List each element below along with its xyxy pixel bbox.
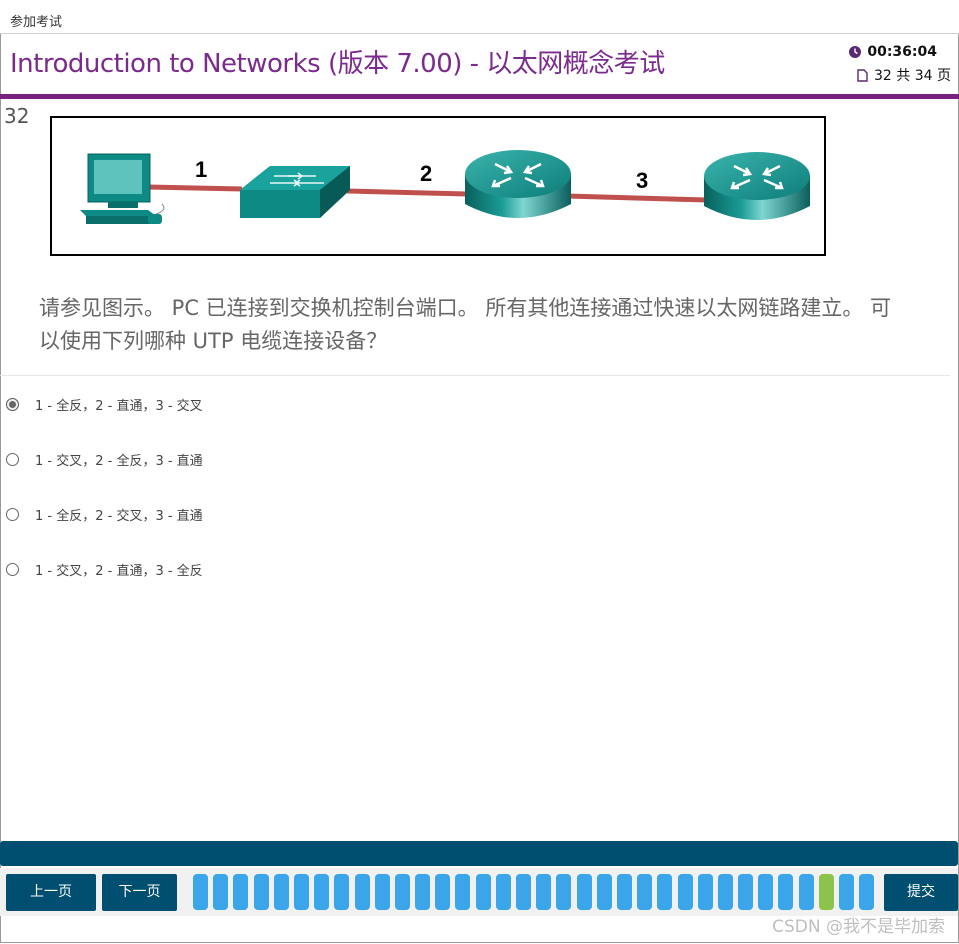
link-3-cable — [566, 193, 708, 203]
page-indicator[interactable] — [374, 874, 390, 910]
page-indicator[interactable] — [576, 874, 592, 910]
link-label-3: 3 — [636, 168, 648, 193]
timer-value: 00:36:04 — [867, 44, 937, 60]
page-indicator[interactable] — [415, 874, 431, 910]
page-indicator[interactable] — [475, 874, 491, 910]
page-indicator[interactable] — [818, 874, 834, 910]
page-indicator[interactable] — [758, 874, 774, 910]
page-indicator[interactable] — [637, 874, 653, 910]
prev-page-button[interactable]: 上一页 — [6, 874, 96, 911]
page-indicator[interactable] — [616, 874, 632, 910]
exam-title: Introduction to Networks (版本 7.00) - 以太网… — [10, 49, 665, 79]
radio-button[interactable] — [6, 397, 19, 411]
page-info: 32 共 34 页 — [857, 65, 951, 85]
timer: 00:36:04 — [849, 44, 937, 60]
page-indicator[interactable] — [657, 874, 673, 910]
submit-button[interactable]: 提交 — [884, 874, 958, 911]
page-indicator[interactable] — [314, 874, 330, 910]
router-icon — [704, 152, 810, 220]
page-indicator[interactable] — [334, 874, 350, 910]
page-indicator[interactable] — [596, 874, 612, 910]
page-indicator[interactable] — [556, 874, 572, 910]
router-icon — [465, 150, 571, 218]
page-indicator[interactable] — [778, 874, 794, 910]
page-indicator[interactable] — [435, 874, 451, 910]
network-exhibit: 1 2 3 — [50, 116, 826, 256]
switch-icon — [240, 166, 350, 218]
answer-option[interactable]: 1 - 全反，2 - 交叉，3 - 直通 — [6, 502, 203, 526]
page-indicator[interactable] — [717, 874, 733, 910]
page-info-text: 32 共 34 页 — [874, 68, 951, 84]
radio-button[interactable] — [6, 452, 19, 466]
page-indicator[interactable] — [677, 874, 693, 910]
page-indicator[interactable] — [697, 874, 713, 910]
top-label: 参加考试 — [10, 15, 63, 30]
page-indicator[interactable] — [455, 874, 471, 910]
page-indicator[interactable] — [253, 874, 269, 910]
next-page-button[interactable]: 下一页 — [102, 874, 177, 911]
page-icon — [857, 69, 868, 82]
question-pager — [193, 874, 879, 910]
link-label-1: 1 — [195, 157, 207, 182]
header-divider — [0, 94, 959, 99]
page-indicator[interactable] — [193, 874, 208, 910]
answer-option-label: 1 - 全反，2 - 直通，3 - 交叉 — [35, 398, 203, 414]
exam-header: Introduction to Networks (版本 7.00) - 以太网… — [0, 34, 959, 93]
question-divider — [0, 375, 950, 376]
answer-option-label: 1 - 交叉，2 - 全反，3 - 直通 — [35, 453, 203, 469]
page-indicator[interactable] — [233, 874, 249, 910]
page-indicator[interactable] — [273, 874, 289, 910]
answer-option[interactable]: 1 - 交叉，2 - 直通，3 - 全反 — [6, 557, 203, 581]
progress-bar — [0, 841, 958, 866]
page-indicator[interactable] — [354, 874, 370, 910]
answer-option-label: 1 - 全反，2 - 交叉，3 - 直通 — [35, 508, 203, 524]
radio-button[interactable] — [6, 562, 19, 576]
page-indicator[interactable] — [213, 874, 229, 910]
network-diagram: 1 2 3 — [80, 150, 810, 224]
clock-icon — [849, 46, 862, 58]
page-indicator[interactable] — [293, 874, 309, 910]
page-indicator[interactable] — [859, 874, 875, 910]
page-indicator[interactable] — [516, 874, 531, 910]
answer-option-label: 1 - 交叉，2 - 直通，3 - 全反 — [35, 563, 203, 579]
page-indicator[interactable] — [394, 874, 410, 910]
question-text: 请参见图示。 PC 已连接到交换机控制台端口。 所有其他连接通过快速以太网链路建… — [39, 296, 892, 353]
radio-button[interactable] — [6, 507, 19, 521]
page-indicator[interactable] — [536, 874, 552, 910]
answer-option[interactable]: 1 - 交叉，2 - 全反，3 - 直通 — [6, 447, 203, 471]
page-indicator[interactable] — [798, 874, 814, 910]
link-1-cable — [147, 184, 243, 192]
page-indicator[interactable] — [839, 874, 854, 910]
page-indicator[interactable] — [738, 874, 754, 910]
top-bar: 参加考试 — [0, 0, 959, 34]
link-2-cable — [346, 188, 468, 197]
answer-option[interactable]: 1 - 全反，2 - 直通，3 - 交叉 — [6, 392, 203, 416]
link-label-2: 2 — [420, 161, 432, 186]
page-indicator[interactable] — [495, 874, 511, 910]
question-number: 32 — [4, 104, 30, 128]
watermark: CSDN @我不是毕加索 — [772, 917, 945, 937]
